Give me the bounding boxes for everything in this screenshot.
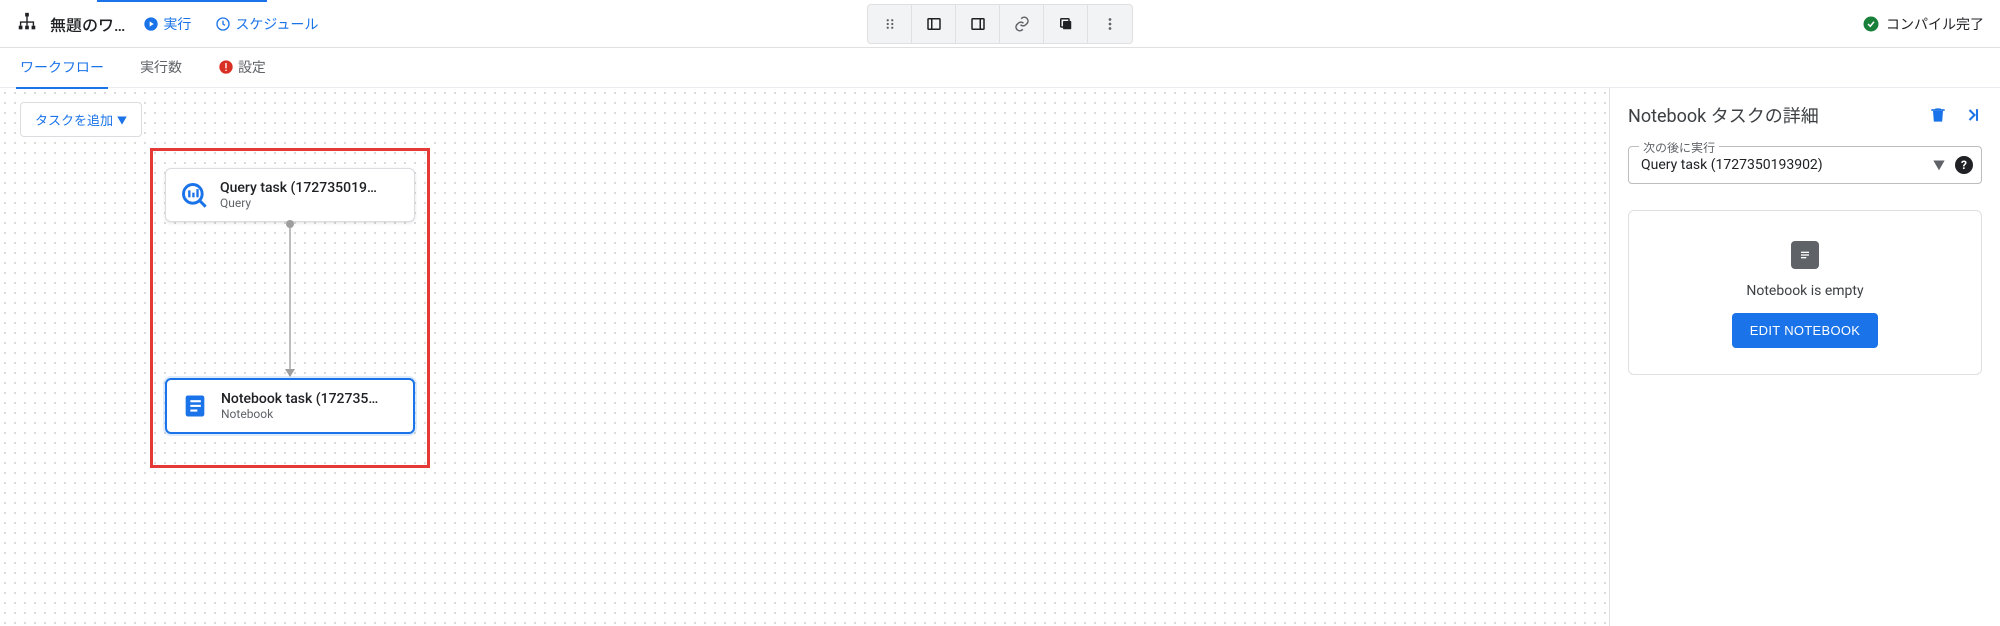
link-icon[interactable]	[1000, 5, 1044, 43]
panel-header: Notebook タスクの詳細	[1628, 102, 1982, 128]
node-notebook-task[interactable]: Notebook task (172735… Notebook	[165, 378, 415, 434]
header-left: 無題のワ… 実行 スケジュール	[16, 10, 324, 38]
edge-source-dot	[286, 220, 294, 228]
tabs-row: ワークフロー 実行数 設定	[0, 48, 2000, 88]
edge-arrow-icon	[285, 369, 295, 377]
edge	[289, 224, 291, 376]
edit-notebook-button[interactable]: EDIT NOTEBOOK	[1732, 313, 1879, 348]
node-text: Query task (172735019… Query	[220, 180, 377, 210]
caret-down-icon: ▼	[117, 112, 127, 127]
header-right: コンパイル完了	[1862, 14, 1984, 34]
panel-right-icon[interactable]	[956, 5, 1000, 43]
node-query-task[interactable]: Query task (172735019… Query	[165, 168, 415, 222]
workflow-icon	[16, 11, 38, 37]
node-title: Notebook task (172735…	[221, 391, 378, 407]
collapse-right-icon	[1962, 105, 1982, 125]
trash-icon	[1928, 105, 1948, 125]
notebook-icon	[179, 390, 211, 422]
error-icon	[218, 59, 234, 75]
tab-settings[interactable]: 設定	[214, 47, 270, 89]
compile-status-text: コンパイル完了	[1886, 14, 1984, 34]
schedule-label: スケジュール	[235, 14, 318, 34]
play-icon	[143, 16, 159, 32]
workflow-canvas[interactable]: タスクを追加 ▼ Query task (172735019… Query	[0, 88, 1610, 626]
document-icon	[1791, 241, 1819, 269]
help-icon[interactable]: ?	[1955, 156, 1973, 174]
notebook-empty-card: Notebook is empty EDIT NOTEBOOK	[1628, 210, 1982, 375]
details-panel: Notebook タスクの詳細 次の後に実行 Query task (17273…	[1610, 88, 2000, 626]
delete-button[interactable]	[1928, 105, 1948, 125]
copy-icon[interactable]	[1044, 5, 1088, 43]
field-label: 次の後に実行	[1639, 139, 1719, 156]
empty-state-text: Notebook is empty	[1746, 283, 1863, 299]
header-bar: 無題のワ… 実行 スケジュール コンパイル完了	[0, 0, 2000, 48]
check-circle-icon	[1862, 15, 1880, 33]
tab-runs[interactable]: 実行数	[136, 47, 186, 89]
run-label: 実行	[163, 14, 191, 34]
field-value: Query task (1727350193902)	[1641, 157, 1943, 173]
tab-label: ワークフロー	[20, 57, 104, 77]
add-task-label: タスクを追加	[35, 110, 113, 129]
collapse-panel-button[interactable]	[1962, 105, 1982, 125]
tab-workflow[interactable]: ワークフロー	[16, 47, 108, 89]
schedule-button[interactable]: スケジュール	[209, 10, 324, 38]
drag-handle-icon[interactable]	[868, 5, 912, 43]
node-text: Notebook task (172735… Notebook	[221, 391, 378, 421]
tab-label: 設定	[238, 57, 266, 77]
clock-icon	[215, 16, 231, 32]
run-button[interactable]: 実行	[137, 10, 197, 38]
panel-left-icon[interactable]	[912, 5, 956, 43]
page-title: 無題のワ…	[50, 12, 125, 36]
node-subtitle: Notebook	[221, 407, 378, 421]
panel-title: Notebook タスクの詳細	[1628, 102, 1819, 128]
node-subtitle: Query	[220, 196, 377, 210]
header-center-toolbar	[867, 4, 1133, 44]
main-area: タスクを追加 ▼ Query task (172735019… Query	[0, 88, 2000, 626]
tab-label: 実行数	[140, 57, 182, 77]
add-task-button[interactable]: タスクを追加 ▼	[20, 102, 142, 137]
panel-actions	[1928, 105, 1982, 125]
run-after-select[interactable]: 次の後に実行 Query task (1727350193902) ▼ ?	[1628, 146, 1982, 184]
more-icon[interactable]	[1088, 5, 1132, 43]
chevron-down-icon: ▼	[1933, 157, 1945, 174]
query-icon	[178, 179, 210, 211]
node-title: Query task (172735019…	[220, 180, 377, 196]
header-accent-strip	[97, 0, 267, 2]
